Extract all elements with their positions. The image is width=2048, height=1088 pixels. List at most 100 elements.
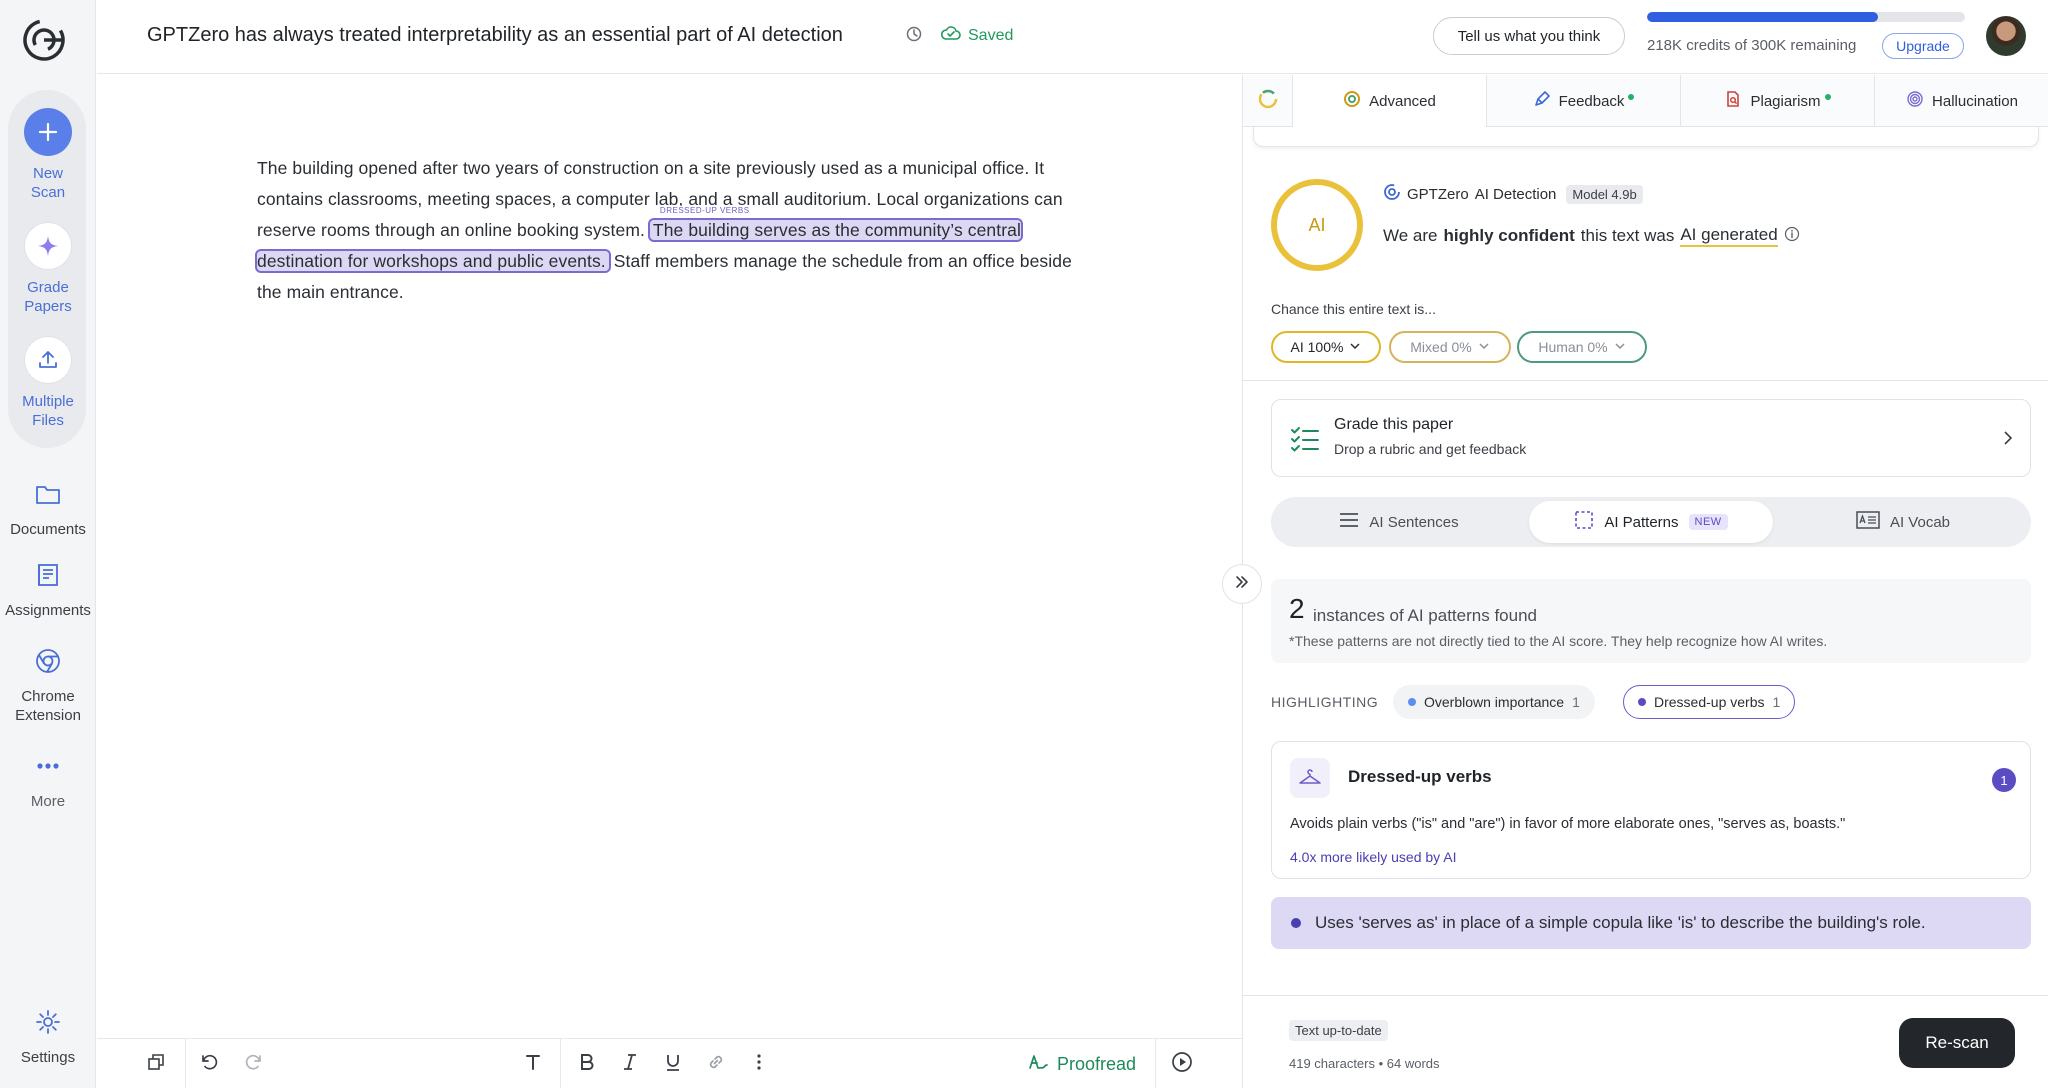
tab-label: Plagiarism — [1750, 92, 1821, 110]
chance-label: Chance this entire text is... — [1271, 301, 1436, 317]
copy-button[interactable] — [141, 1049, 171, 1079]
grade-papers-label: Grade Papers — [24, 279, 72, 315]
multiple-files-button[interactable]: Multiple Files — [0, 336, 96, 430]
pattern-title: Dressed-up verbs — [1348, 767, 1492, 786]
tab-ai-patterns[interactable]: AI Patterns NEW — [1529, 501, 1773, 543]
text-format-icon — [523, 1052, 543, 1077]
document-title[interactable]: GPTZero has always treated interpretabil… — [147, 24, 843, 47]
explanation-text: Uses 'serves as' in place of a simple co… — [1315, 913, 1926, 932]
grade-card-subtitle: Drop a rubric and get feedback — [1334, 441, 1527, 457]
play-circle-icon — [1171, 1051, 1193, 1078]
tab-label: Advanced — [1369, 92, 1436, 110]
tab-label: Hallucination — [1932, 92, 2018, 110]
left-sidebar: New Scan Grade Papers Multiple Files Doc… — [0, 0, 96, 1088]
filter-overblown-importance[interactable]: Overblown importance 1 — [1393, 685, 1595, 719]
collapse-panel-button[interactable] — [1222, 564, 1262, 604]
more-nav[interactable]: More — [0, 748, 96, 811]
filter-dressed-up-verbs[interactable]: Dressed-up verbs 1 — [1623, 685, 1796, 719]
filter-count: 1 — [1572, 694, 1580, 710]
proofread-label: Proofread — [1057, 1054, 1137, 1074]
explanation-bullet — [1291, 918, 1301, 928]
history-icon[interactable] — [905, 25, 923, 48]
more-options-button[interactable] — [744, 1049, 774, 1079]
italic-button[interactable] — [615, 1049, 645, 1079]
filter-label: Dressed-up verbs — [1654, 694, 1765, 710]
documents-label: Documents — [10, 521, 86, 538]
new-activity-dot — [1628, 94, 1635, 100]
tab-hallucination[interactable]: Hallucination — [1875, 75, 2048, 127]
chrome-extension-nav[interactable]: Chrome Extension — [0, 643, 96, 725]
link-button[interactable] — [701, 1049, 731, 1079]
segment-label: AI Vocab — [1889, 513, 1951, 531]
gptzero-mini-logo-icon — [1383, 183, 1401, 205]
panel-tabs: Advanced Feedback Plagiarism Hallucinati… — [1243, 75, 2048, 127]
text-style-button[interactable] — [518, 1049, 548, 1079]
highlight-tag: DRESSED-UP VERBS — [657, 206, 752, 216]
patterns-count: 2 — [1289, 593, 1305, 624]
plus-icon — [24, 108, 72, 156]
toolbar-divider — [185, 1039, 186, 1088]
mixed-chance-chip[interactable]: Mixed 0% — [1389, 331, 1511, 363]
chip-label: AI 100% — [1290, 339, 1344, 355]
document-text[interactable]: The building opened after two years of c… — [255, 153, 1097, 308]
rescan-button[interactable]: Re-scan — [1899, 1018, 2015, 1068]
upgrade-button[interactable]: Upgrade — [1882, 33, 1964, 59]
segment-label: AI Sentences — [1369, 513, 1459, 531]
confidence-mid: this text was — [1580, 226, 1675, 245]
document-search-icon — [1724, 90, 1742, 112]
chevron-down-icon — [1349, 339, 1361, 355]
avatar[interactable] — [1986, 16, 2026, 56]
filter-color-dot — [1638, 698, 1646, 706]
tab-feedback[interactable]: Feedback — [1487, 75, 1681, 127]
chip-label: Mixed 0% — [1410, 339, 1472, 355]
gptzero-logo[interactable] — [22, 18, 66, 62]
analysis-panel: Advanced Feedback Plagiarism Hallucinati… — [1242, 75, 2048, 1088]
undo-button[interactable] — [194, 1049, 224, 1079]
feedback-button[interactable]: Tell us what you think — [1433, 17, 1625, 55]
detection-suffix: AI Detection — [1474, 185, 1557, 203]
analysis-view-switcher: AI Sentences AI Patterns NEW AI Vocab — [1271, 497, 2031, 547]
tab-plagiarism[interactable]: Plagiarism — [1681, 75, 1875, 127]
panel-footer: Text up-to-date 419 characters • 64 word… — [1243, 995, 2048, 1088]
tab-overview[interactable] — [1243, 75, 1293, 127]
grade-card-title: Grade this paper — [1334, 416, 1454, 433]
settings-nav[interactable]: Settings — [0, 1004, 96, 1067]
gptzero-small-icon — [1343, 90, 1361, 112]
link-icon — [706, 1052, 726, 1077]
text-status-badge: Text up-to-date — [1289, 1020, 1388, 1041]
grade-paper-card[interactable]: Grade this paper Drop a rubric and get f… — [1271, 399, 2031, 477]
segment-label: AI Patterns — [1604, 513, 1679, 531]
new-scan-button[interactable]: New Scan — [0, 108, 96, 202]
info-icon[interactable] — [1784, 226, 1800, 247]
grade-papers-button[interactable]: Grade Papers — [0, 222, 96, 316]
proofread-button[interactable]: Proofread — [1027, 1051, 1136, 1078]
human-chance-chip[interactable]: Human 0% — [1517, 331, 1647, 363]
editor-area[interactable]: The building opened after two years of c… — [97, 75, 1242, 1038]
underline-button[interactable] — [658, 1049, 688, 1079]
underline-icon — [663, 1052, 683, 1077]
confidence-strength: highly confident — [1443, 226, 1575, 245]
patterns-count-label: instances of AI patterns found — [1313, 606, 1537, 625]
pattern-explanation[interactable]: Uses 'serves as' in place of a simple co… — [1271, 897, 2031, 949]
patterns-summary: 2 instances of AI patterns found *These … — [1271, 579, 2031, 663]
vocab-card-icon — [1856, 511, 1880, 533]
gear-icon — [30, 1004, 66, 1040]
copy-icon — [146, 1052, 166, 1077]
redo-button[interactable] — [239, 1049, 269, 1079]
play-button[interactable] — [1167, 1049, 1197, 1079]
documents-nav[interactable]: Documents — [0, 476, 96, 539]
checklist-icon — [1290, 424, 1320, 459]
more-label: More — [30, 793, 66, 810]
tab-ai-vocab[interactable]: AI Vocab — [1779, 501, 2027, 543]
character-word-count: 419 characters • 64 words — [1289, 1056, 1440, 1071]
tab-advanced[interactable]: Advanced — [1293, 75, 1487, 127]
ai-chance-chip[interactable]: AI 100% — [1271, 331, 1381, 363]
formatting-toolbar: Proofread — [97, 1038, 1242, 1088]
chevron-right-icon — [2000, 429, 2016, 452]
section-divider — [1243, 380, 2048, 381]
tab-ai-sentences[interactable]: AI Sentences — [1275, 501, 1523, 543]
bold-button[interactable] — [572, 1049, 602, 1079]
assignments-nav[interactable]: Assignments — [0, 557, 96, 620]
pattern-card[interactable]: Dressed-up verbs 1 Avoids plain verbs ("… — [1271, 741, 2031, 879]
redo-icon — [244, 1052, 264, 1077]
